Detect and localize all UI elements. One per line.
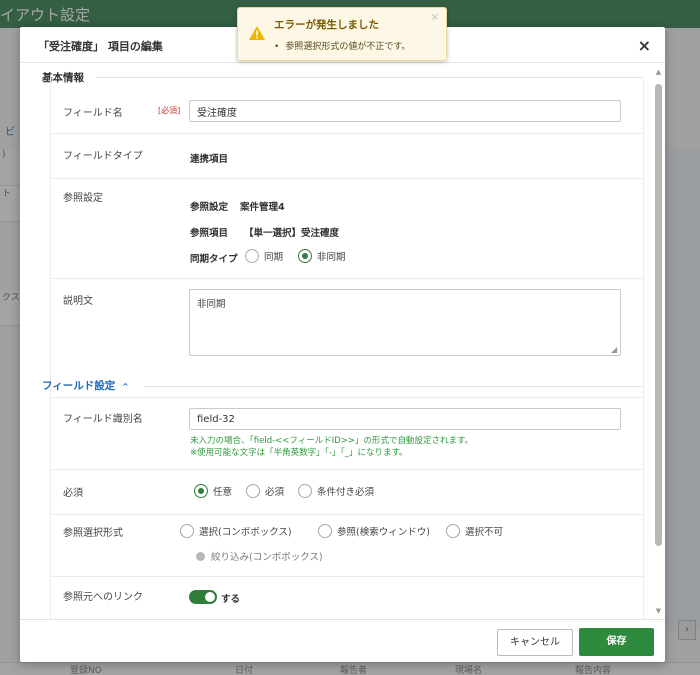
ref-format-radio-search[interactable]: 参照(検索ウィンドウ) [318,524,430,538]
modal-scrollbar[interactable]: ▲ ▼ [654,68,663,615]
identifier-help-2: ※使用可能な文字は「半角英数字」「-」「_」になります。 [190,448,408,458]
reference-setting-value: 案件管理4 [240,202,285,213]
close-icon[interactable]: × [638,36,651,55]
radio-circle[interactable] [180,524,194,538]
radio-circle-selected[interactable] [298,249,312,263]
identifier-label: フィールド識別名 [63,414,143,425]
toast-title: エラーが発生しました [274,19,379,31]
link-toggle-label: する [221,594,241,605]
modal-body[interactable]: ▲ ▼ 基本情報 フィールド名 [必須] フィールドタイプ 連携項目 参照設定 … [20,64,665,619]
row-divider [51,133,643,134]
row-divider [51,514,643,515]
save-button[interactable]: 保存 [579,628,654,656]
modal-title: 「受注確度」 項目の編集 [38,40,163,53]
reference-label: 参照設定 [63,193,103,204]
toggle-knob [205,592,215,602]
ref-format-radio-filter-disabled: 絞り込み(コンボボックス) [194,549,323,563]
required-radio-optional[interactable]: 任意 [194,484,232,498]
sync-type-key: 同期タイプ [190,254,238,265]
link-label: 参照元へのリンク [63,592,143,603]
row-divider [51,178,643,179]
reference-setting-key: 参照設定 [190,202,229,213]
field-type-label: フィールドタイプ [63,151,143,162]
edit-field-modal: 「受注確度」 項目の編集 × ▲ ▼ 基本情報 フィールド名 [必須] フィール… [20,27,665,662]
row-divider [51,278,643,279]
reference-item-key: 参照項目 [190,228,229,239]
required-label: 必須 [63,488,83,499]
reference-item-value: 【単一選択】受注確度 [244,228,340,239]
radio-circle[interactable] [446,524,460,538]
required-radio-conditional[interactable]: 条件付き必須 [298,484,374,498]
resize-grip-icon[interactable]: ◢ [611,345,617,354]
radio-circle-selected[interactable] [194,484,208,498]
link-toggle[interactable] [189,590,217,604]
ref-format-radio-none[interactable]: 選択不可 [446,524,503,538]
modal-footer: キャンセル 保存 [20,619,665,662]
row-divider [51,576,643,577]
toast-message: 参照選択形式の値が不正です。 [274,39,410,52]
toast-close-icon[interactable]: × [431,12,439,23]
warning-triangle-icon [249,26,265,40]
radio-circle-disabled [196,551,205,561]
radio-circle[interactable] [298,484,312,498]
ref-format-radio-combobox[interactable]: 選択(コンボボックス) [180,524,292,538]
cancel-button[interactable]: キャンセル [497,629,573,656]
description-textarea[interactable]: 非同期 [189,289,621,356]
error-toast: エラーが発生しました × 参照選択形式の値が不正です。 [237,7,447,61]
description-label: 説明文 [63,296,93,307]
scroll-down-icon[interactable]: ▼ [654,607,663,615]
row-divider [51,469,643,470]
scrollbar-thumb[interactable] [655,84,662,546]
radio-circle[interactable] [245,249,259,263]
field-name-label: フィールド名 [63,108,123,119]
sync-radio-async[interactable]: 非同期 [298,249,346,263]
identifier-input[interactable] [189,408,621,430]
field-name-input[interactable] [189,100,621,122]
radio-circle[interactable] [318,524,332,538]
sync-radio-sync[interactable]: 同期 [245,249,283,263]
scroll-up-icon[interactable]: ▲ [654,68,663,76]
required-radio-required[interactable]: 必須 [246,484,284,498]
ref-format-label: 参照選択形式 [63,528,123,539]
field-type-value: 連携項目 [190,154,229,165]
radio-circle[interactable] [246,484,260,498]
identifier-help-1: 未入力の場合、「field-<<フィールドID>>」の形式で自動設定されます。 [190,436,474,446]
required-badge: [必須] [158,106,181,115]
